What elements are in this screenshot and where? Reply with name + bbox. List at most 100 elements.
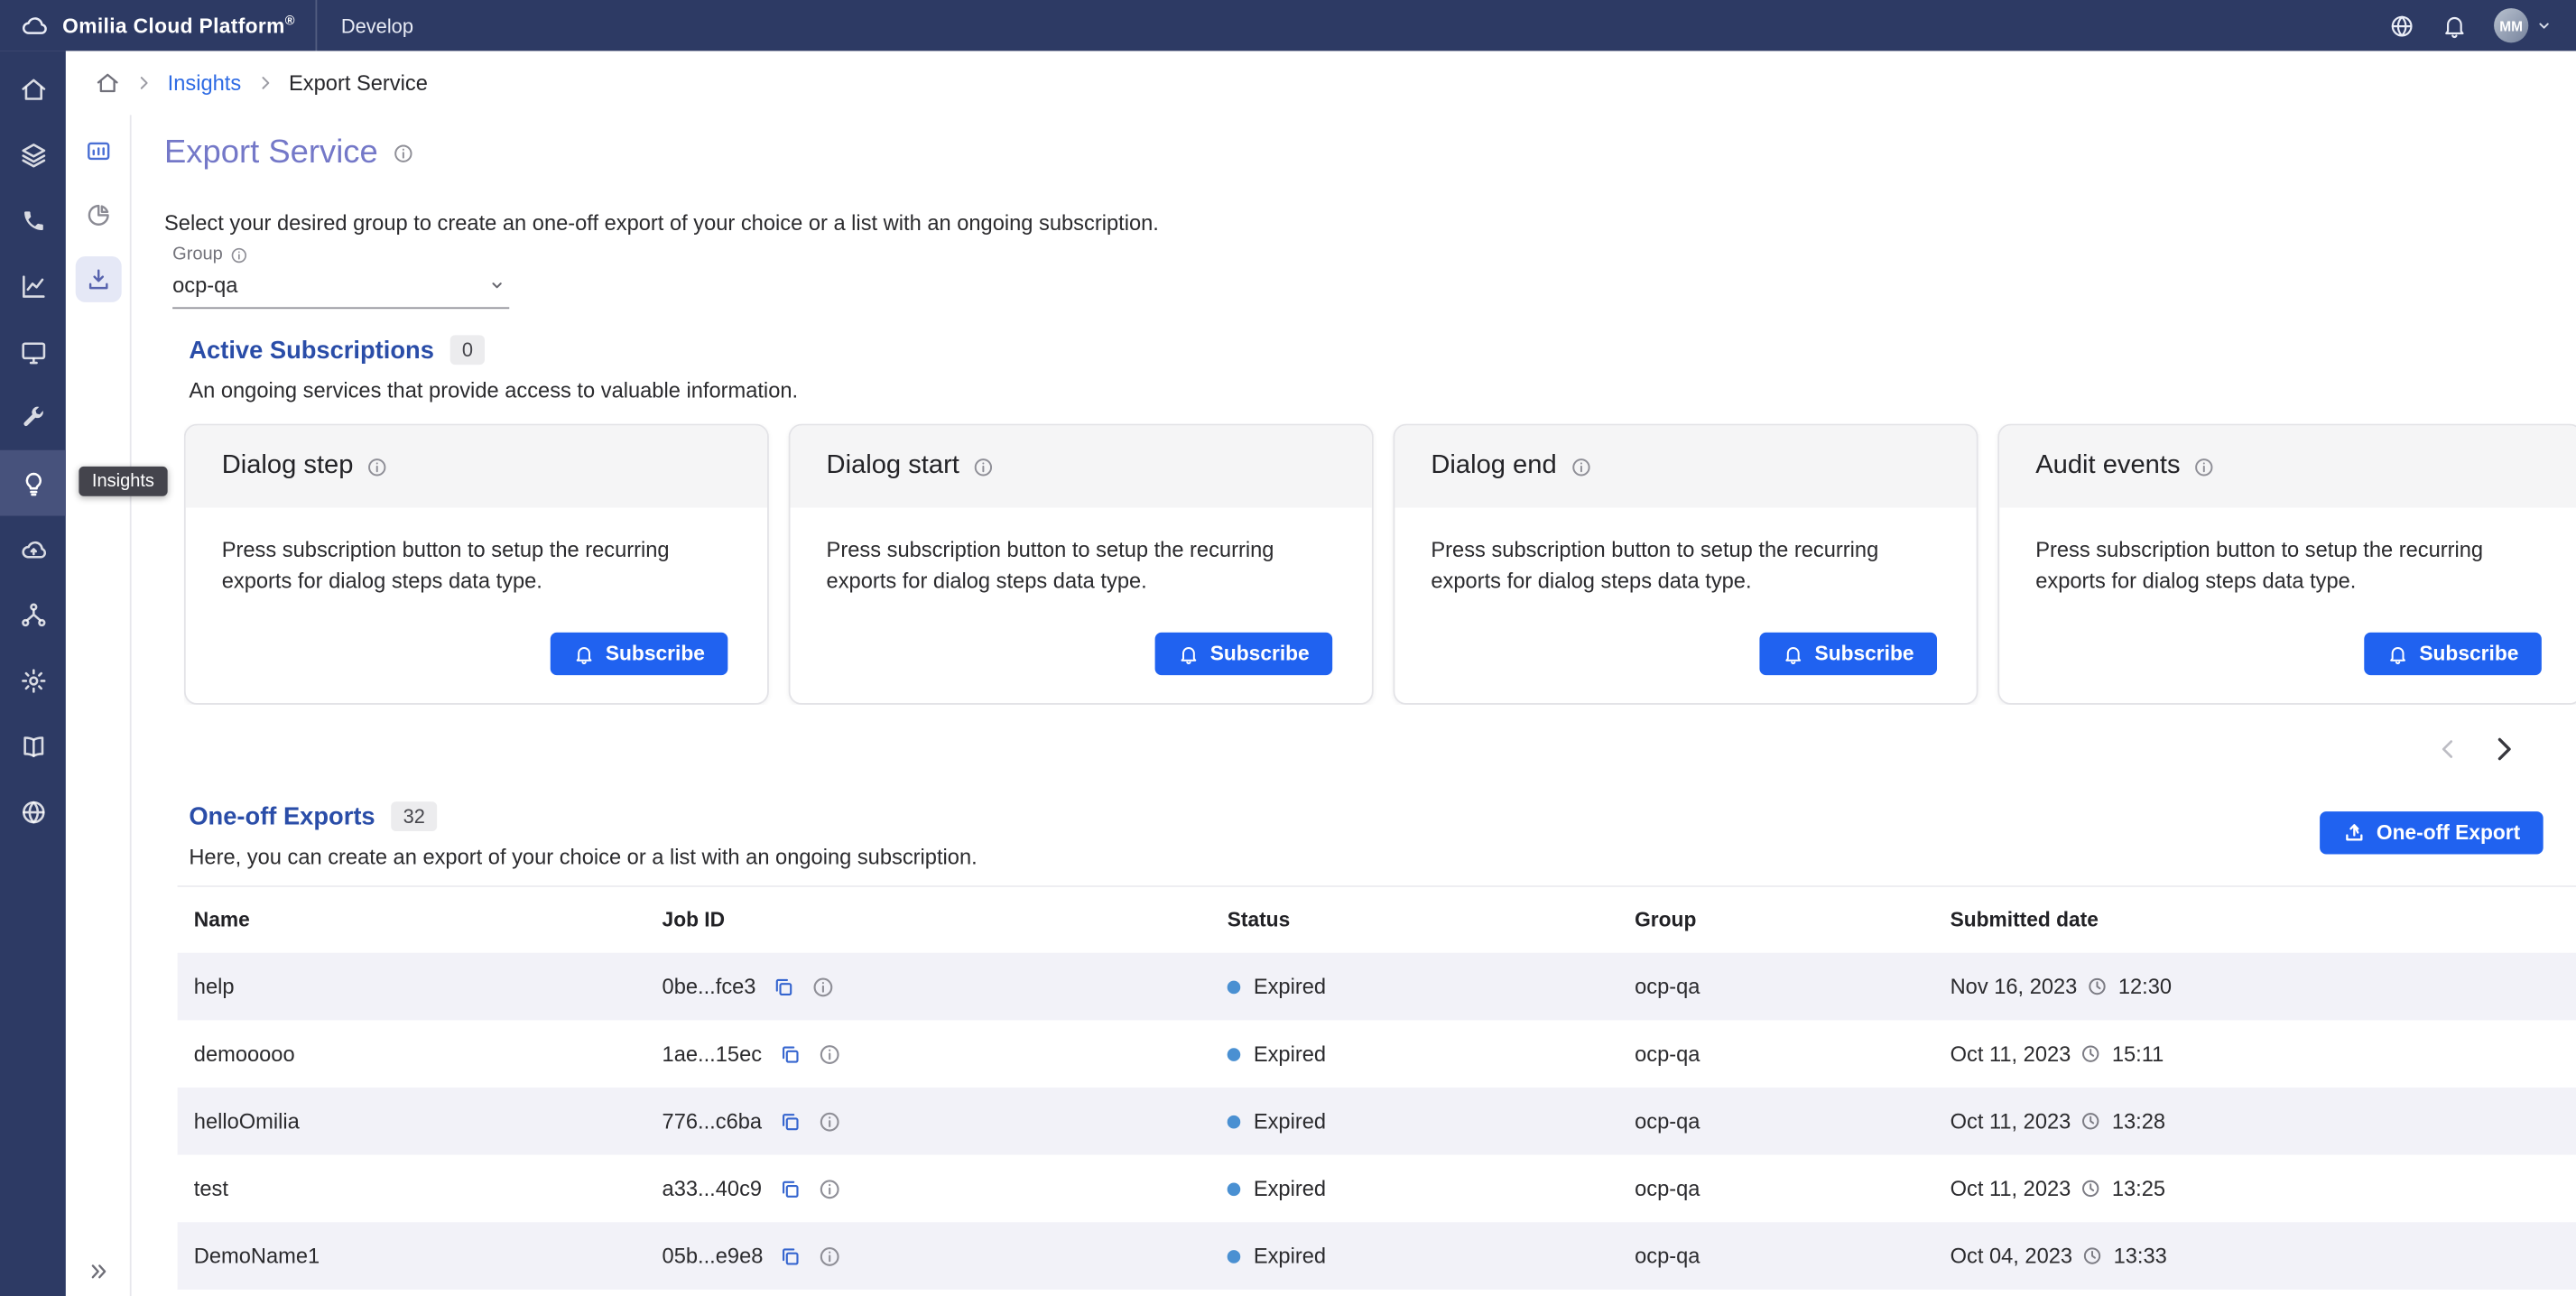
carousel-prev-button[interactable]: [2435, 736, 2461, 762]
sidebar-item-layers[interactable]: [0, 122, 66, 188]
status-dot: [1228, 1182, 1241, 1196]
sidebar-item-deployments[interactable]: [0, 516, 66, 582]
subscription-card-header: Audit events: [1999, 425, 2576, 507]
copy-icon[interactable]: [778, 1177, 801, 1199]
subrail-item-monitor[interactable]: [66, 118, 132, 182]
breadcrumb-current: Export Service: [289, 70, 428, 95]
subscription-card-header: Dialog start: [791, 425, 1372, 507]
bell-icon: [2386, 643, 2408, 665]
cell-name: demooooo: [178, 1041, 663, 1066]
info-icon[interactable]: [393, 143, 414, 164]
subscription-card-title: Dialog start: [827, 452, 959, 482]
info-icon[interactable]: [818, 1177, 840, 1199]
sidebar-item-telephony[interactable]: [0, 188, 66, 254]
date-value: Oct 11, 2023: [1951, 1176, 2071, 1200]
sidebar-item-insights[interactable]: [0, 450, 66, 516]
sidebar-item-tools[interactable]: [0, 384, 66, 450]
carousel-next-button[interactable]: [2488, 733, 2520, 765]
copy-icon[interactable]: [778, 1110, 801, 1133]
bell-icon: [1782, 643, 1803, 665]
home-icon[interactable]: [96, 70, 120, 95]
info-icon[interactable]: [2193, 456, 2215, 477]
cell-group: ocp-qa: [1635, 974, 1950, 998]
info-icon[interactable]: [818, 1042, 840, 1065]
info-icon[interactable]: [818, 1110, 840, 1133]
brand[interactable]: Omilia Cloud Platform®: [0, 11, 295, 41]
sidebar-item-settings[interactable]: [0, 647, 66, 713]
cell-status: Expired: [1228, 1176, 1635, 1200]
top-bar: Omilia Cloud Platform® Develop MM: [0, 0, 2576, 51]
sidebar-item-integrations[interactable]: [0, 581, 66, 647]
subscribe-button[interactable]: Subscribe: [1759, 633, 1937, 675]
date-value: Oct 11, 2023: [1951, 1041, 2071, 1066]
status-label: Expired: [1254, 1109, 1326, 1134]
book-icon: [19, 732, 47, 760]
sidebar-item-applications[interactable]: [0, 319, 66, 384]
user-menu[interactable]: MM: [2494, 8, 2553, 42]
clock-icon: [2080, 1178, 2102, 1199]
subscribe-button[interactable]: Subscribe: [550, 633, 727, 675]
main-content: Export Service Select your desired group…: [132, 115, 2576, 1296]
sidebar-item-language[interactable]: [0, 779, 66, 845]
bell-icon: [572, 643, 594, 665]
column-header-job-id: Job ID: [663, 909, 1228, 931]
job-id-value: 1ae...15ec: [663, 1041, 763, 1066]
status-dot: [1228, 980, 1241, 994]
subscription-card-title: Audit events: [2035, 452, 2180, 482]
export-icon: [2342, 821, 2365, 844]
bell-icon[interactable]: [2442, 13, 2468, 39]
info-icon[interactable]: [819, 1245, 841, 1267]
avatar[interactable]: MM: [2494, 8, 2528, 42]
subscription-card-description: Press subscription button to setup the r…: [186, 507, 767, 632]
info-icon[interactable]: [811, 975, 834, 997]
subscription-card: Dialog step Press subscription button to…: [184, 424, 769, 705]
layers-icon: [19, 141, 47, 169]
one-off-exports-count-badge: 32: [392, 801, 437, 831]
copy-icon[interactable]: [778, 1042, 801, 1065]
subscription-card-description: Press subscription button to setup the r…: [1999, 507, 2576, 632]
clock-icon: [2080, 1043, 2102, 1065]
table-row: helloOmilia 776...c6ba Expired ocp-qa Oc…: [178, 1088, 2576, 1155]
product-tab-develop[interactable]: Develop: [317, 0, 439, 51]
content-area: Insights Export Service Export Service S…: [66, 51, 2576, 1296]
info-icon[interactable]: [366, 456, 388, 477]
sidebar-item-analytics[interactable]: [0, 253, 66, 319]
subrail-item-exports[interactable]: [66, 246, 132, 310]
job-id-value: a33...40c9: [663, 1176, 763, 1200]
cell-submitted-date: Oct 11, 2023 13:28: [1951, 1109, 2576, 1134]
breadcrumb: Insights Export Service: [66, 51, 2576, 115]
subscription-cards: Dialog step Press subscription button to…: [184, 424, 2576, 705]
breadcrumb-link-insights[interactable]: Insights: [168, 70, 242, 95]
subscribe-button[interactable]: Subscribe: [2363, 633, 2541, 675]
cell-job-id: 1ae...15ec: [663, 1041, 1228, 1066]
time-value: 13:28: [2112, 1109, 2165, 1134]
lightbulb-icon: [19, 469, 47, 497]
cell-name: test: [178, 1176, 663, 1200]
cell-submitted-date: Oct 11, 2023 13:25: [1951, 1176, 2576, 1200]
group-select[interactable]: ocp-qa: [172, 264, 509, 309]
time-value: 15:11: [2112, 1041, 2164, 1066]
chevron-right-icon: [2488, 733, 2520, 765]
globe-icon[interactable]: [2389, 13, 2415, 39]
group-label: Group: [172, 245, 509, 264]
sidebar-item-documentation[interactable]: [0, 713, 66, 779]
group-select-value: ocp-qa: [172, 273, 237, 297]
phone-icon: [21, 208, 45, 232]
cell-status: Expired: [1228, 1041, 1635, 1066]
date-value: Oct 11, 2023: [1951, 1109, 2071, 1134]
info-icon[interactable]: [229, 245, 247, 264]
primary-sidebar: [0, 51, 66, 1296]
one-off-export-button[interactable]: One-off Export: [2319, 811, 2543, 854]
line-chart-icon: [19, 272, 47, 300]
info-icon[interactable]: [972, 456, 994, 477]
copy-icon[interactable]: [780, 1245, 802, 1267]
copy-icon[interactable]: [773, 975, 795, 997]
sidebar-item-home[interactable]: [0, 56, 66, 122]
one-off-exports-header: One-off Exports 32: [189, 801, 977, 831]
page-title-row: Export Service: [164, 132, 2576, 176]
subrail-item-pie[interactable]: [66, 182, 132, 246]
subscription-card-footer: Subscribe: [791, 633, 1372, 703]
subscribe-button[interactable]: Subscribe: [1154, 633, 1332, 675]
expand-rail-button[interactable]: [66, 1260, 132, 1282]
info-icon[interactable]: [1570, 456, 1591, 477]
